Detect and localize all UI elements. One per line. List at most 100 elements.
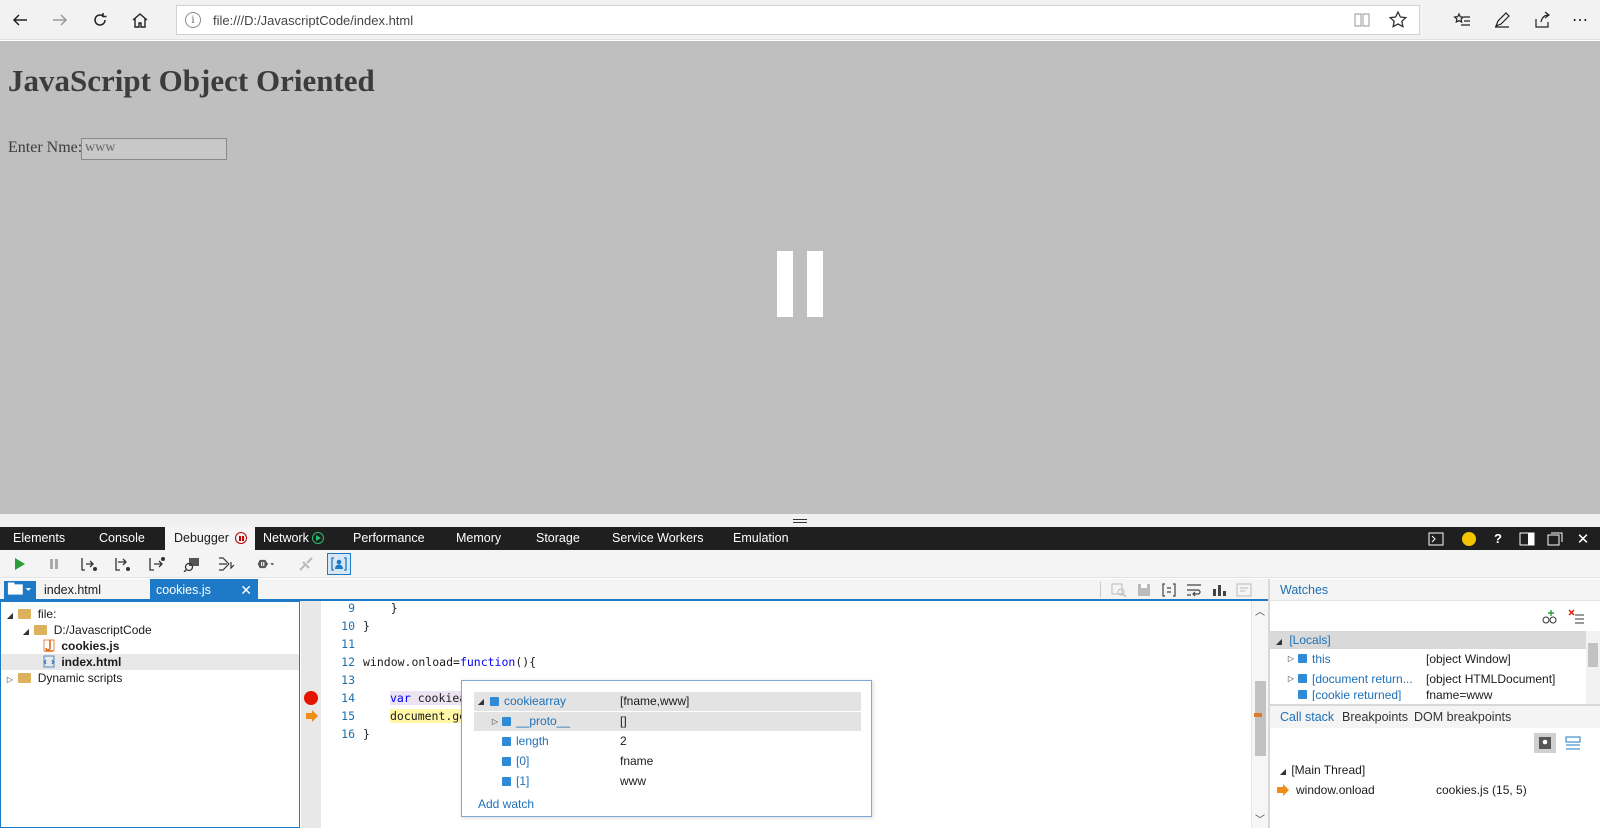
code-line: 11 bbox=[341, 637, 355, 651]
devtools-tab-bar: Elements Console Debugger Network Perfor… bbox=[0, 527, 1600, 550]
datatip-row[interactable]: length 2 bbox=[474, 732, 861, 751]
pretty-print-icon[interactable] bbox=[1158, 580, 1180, 600]
code-scrollbar[interactable]: ︿ ﹀ bbox=[1251, 601, 1268, 828]
collapsed-arrow-icon[interactable]: ▷ bbox=[1286, 649, 1296, 669]
feedback-smiley-icon[interactable] bbox=[1460, 530, 1478, 547]
expand-arrow-icon[interactable]: ◢ bbox=[1278, 763, 1288, 781]
pen-notes-icon[interactable] bbox=[1488, 6, 1516, 34]
tab-debugger[interactable]: Debugger bbox=[165, 527, 255, 550]
just-my-code-icon[interactable] bbox=[327, 553, 351, 575]
favorites-hub-icon[interactable] bbox=[1448, 6, 1476, 34]
tree-dynamic-label: Dynamic scripts bbox=[37, 671, 123, 685]
help-icon[interactable]: ? bbox=[1489, 530, 1507, 547]
delete-all-watches-icon[interactable] bbox=[1566, 607, 1588, 627]
dock-icon[interactable] bbox=[1518, 530, 1536, 547]
devtools-splitter[interactable] bbox=[0, 514, 1600, 527]
tab-memory[interactable]: Memory bbox=[456, 527, 501, 550]
tree-folder[interactable]: ◢ D:/JavascriptCode bbox=[1, 622, 299, 638]
datatip-row[interactable]: [0] fname bbox=[474, 752, 861, 771]
html-file-icon bbox=[43, 655, 55, 668]
tree-file-index-label: index.html bbox=[61, 655, 122, 669]
tree-file-cookies-js[interactable]: cookies.js bbox=[1, 638, 299, 654]
break-on-new-worker-icon[interactable] bbox=[181, 554, 203, 574]
watches-scrollbar[interactable] bbox=[1586, 631, 1600, 704]
tab-breakpoints[interactable]: Breakpoints bbox=[1342, 706, 1408, 728]
reading-view-icon[interactable] bbox=[1353, 12, 1371, 28]
tab-storage[interactable]: Storage bbox=[536, 527, 580, 550]
step-into-icon[interactable] bbox=[112, 554, 134, 574]
tab-elements[interactable]: Elements bbox=[13, 527, 65, 550]
callstack-frame[interactable]: window.onload cookies.js (15, 5) bbox=[1270, 781, 1600, 799]
address-bar[interactable]: i file:///D:/JavascriptCode/index.html bbox=[176, 5, 1420, 35]
profiler-icon[interactable] bbox=[1208, 580, 1230, 600]
tree-dynamic-scripts[interactable]: ▷ Dynamic scripts bbox=[1, 670, 299, 686]
continue-icon[interactable] bbox=[9, 554, 31, 574]
tab-service-workers[interactable]: Service Workers bbox=[612, 527, 703, 550]
more-options-icon[interactable]: ⋯ bbox=[1566, 6, 1594, 34]
collapsed-arrow-icon[interactable]: ▷ bbox=[5, 672, 15, 688]
add-watch-icon[interactable] bbox=[1538, 607, 1560, 627]
console-toggle-icon[interactable] bbox=[1427, 530, 1445, 547]
info-icon[interactable]: i bbox=[185, 12, 201, 28]
tab-call-stack[interactable]: Call stack bbox=[1280, 706, 1334, 728]
scroll-thumb[interactable] bbox=[1255, 681, 1266, 756]
show-frames-icon[interactable] bbox=[1534, 733, 1556, 753]
collapsed-arrow-icon[interactable]: ▷ bbox=[490, 712, 500, 731]
source-map-icon[interactable] bbox=[1233, 580, 1255, 600]
main-thread-group[interactable]: ◢ [Main Thread] bbox=[1270, 761, 1600, 779]
exception-behavior-icon[interactable] bbox=[215, 554, 237, 574]
back-icon[interactable] bbox=[6, 6, 34, 34]
add-watch-link[interactable]: Add watch bbox=[478, 797, 534, 811]
pause-on-exceptions-icon[interactable] bbox=[251, 554, 281, 574]
file-picker-icon[interactable] bbox=[4, 581, 36, 599]
expand-arrow-icon[interactable]: ◢ bbox=[476, 692, 486, 711]
datatip-row[interactable]: ▷ __proto__ [] bbox=[474, 712, 861, 731]
tab-emulation[interactable]: Emulation bbox=[733, 527, 789, 550]
callstack-tab-bar: Call stack Breakpoints DOM breakpoints bbox=[1270, 704, 1600, 728]
tab-dom-breakpoints[interactable]: DOM breakpoints bbox=[1414, 706, 1511, 728]
scroll-thumb[interactable] bbox=[1588, 643, 1598, 667]
home-icon[interactable] bbox=[126, 6, 154, 34]
forward-icon[interactable] bbox=[46, 6, 74, 34]
step-over-icon[interactable] bbox=[78, 554, 100, 574]
close-devtools-icon[interactable]: ✕ bbox=[1574, 530, 1592, 548]
find-in-file-icon[interactable] bbox=[1108, 580, 1130, 600]
scroll-up-icon[interactable]: ︿ bbox=[1255, 603, 1265, 618]
datatip-popup: ◢ cookiearray [fname,www] ▷ __proto__ []… bbox=[461, 680, 872, 817]
favorite-star-icon[interactable] bbox=[1387, 9, 1409, 31]
tree-folder-label: D:/JavascriptCode bbox=[53, 623, 152, 637]
save-icon[interactable] bbox=[1133, 580, 1155, 600]
name-input[interactable]: www bbox=[81, 138, 227, 160]
breakpoint-icon[interactable] bbox=[304, 691, 318, 705]
scroll-down-icon[interactable]: ﹀ bbox=[1255, 811, 1265, 826]
step-out-icon[interactable] bbox=[146, 554, 168, 574]
disconnect-debugger-icon[interactable] bbox=[295, 554, 317, 574]
refresh-icon[interactable] bbox=[86, 6, 114, 34]
tab-network[interactable]: Network bbox=[263, 527, 325, 550]
code-line: 13 bbox=[341, 673, 355, 687]
return-value-icon bbox=[1298, 690, 1307, 699]
folder-icon bbox=[18, 673, 32, 683]
tab-console[interactable]: Console bbox=[99, 527, 145, 550]
tree-file-index-html[interactable]: index.html bbox=[1, 654, 299, 670]
watch-row[interactable]: ▷ this [object Window] bbox=[1270, 649, 1586, 669]
locals-group[interactable]: ◢ [Locals] bbox=[1270, 631, 1586, 649]
datatip-row[interactable]: ◢ cookiearray [fname,www] bbox=[474, 692, 861, 711]
share-icon[interactable] bbox=[1528, 6, 1556, 34]
tree-root[interactable]: ◢ file: bbox=[1, 606, 299, 622]
show-library-frames-icon[interactable] bbox=[1562, 733, 1584, 753]
undock-icon[interactable] bbox=[1546, 530, 1564, 547]
file-tab-index-html[interactable]: index.html bbox=[38, 579, 150, 601]
word-wrap-icon[interactable] bbox=[1183, 580, 1205, 600]
scroll-marker bbox=[1254, 713, 1262, 717]
datatip-row[interactable]: [1] www bbox=[474, 772, 861, 791]
code-line: 9 } bbox=[348, 601, 398, 615]
tab-performance[interactable]: Performance bbox=[353, 527, 425, 550]
file-tab-cookies-js[interactable]: cookies.js ✕ bbox=[150, 579, 258, 601]
address-url[interactable]: file:///D:/JavascriptCode/index.html bbox=[213, 13, 413, 28]
close-tab-icon[interactable]: ✕ bbox=[240, 579, 252, 601]
break-icon[interactable] bbox=[43, 554, 65, 574]
watch-row[interactable]: [cookie returned] fname=www bbox=[1270, 685, 1586, 701]
splitter-grip-icon[interactable] bbox=[793, 519, 807, 523]
tree-root-label: file: bbox=[37, 607, 57, 621]
